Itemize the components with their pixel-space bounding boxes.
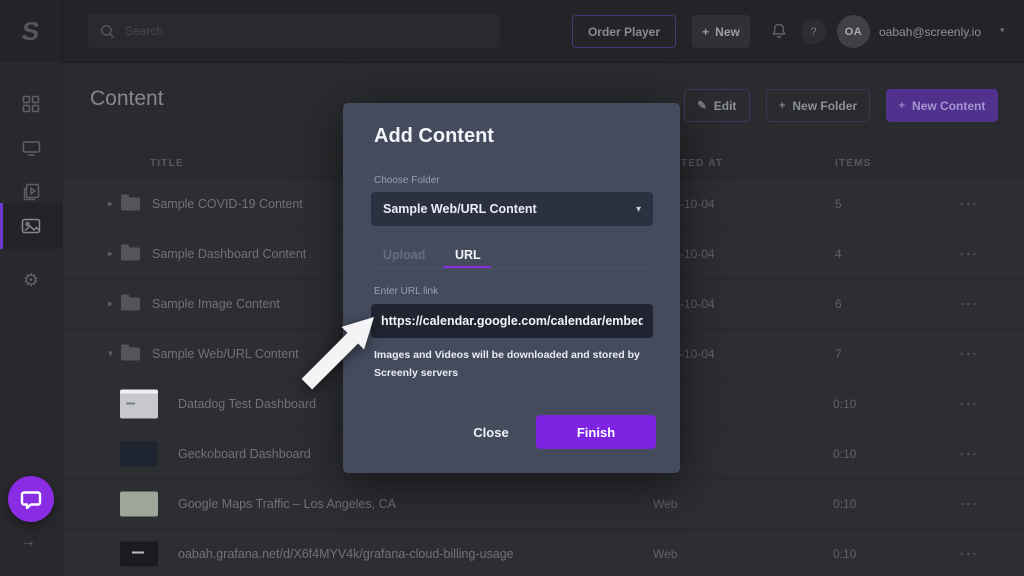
row-title: Sample Web/URL Content xyxy=(152,347,299,361)
row-items-count: 7 xyxy=(835,347,842,361)
row-type: Web xyxy=(653,497,677,511)
row-items-count: 4 xyxy=(835,247,842,261)
row-duration: 0:10 xyxy=(833,547,856,561)
new-content-button[interactable]: + New Content xyxy=(886,89,998,122)
row-duration: 0:10 xyxy=(833,447,856,461)
tab-upload[interactable]: Upload xyxy=(383,248,425,262)
choose-folder-label: Choose Folder xyxy=(374,175,440,186)
row-menu-icon[interactable]: ··· xyxy=(960,247,979,262)
new-folder-button[interactable]: + New Folder xyxy=(766,89,870,122)
plus-icon: + xyxy=(779,100,785,112)
account-email[interactable]: oabah@screenly.io xyxy=(879,25,981,39)
row-menu-icon[interactable]: ··· xyxy=(960,497,979,512)
row-created-at: -10-04 xyxy=(680,247,715,261)
row-menu-icon[interactable]: ··· xyxy=(960,397,979,412)
sidebar-item-settings[interactable]: ⚙ xyxy=(0,258,62,302)
search-bar[interactable] xyxy=(88,14,500,48)
collapse-arrow-icon[interactable]: → xyxy=(20,533,36,551)
url-input[interactable] xyxy=(371,304,653,338)
row-title: Sample Dashboard Content xyxy=(152,247,306,261)
finish-button[interactable]: Finish xyxy=(536,415,656,449)
chat-bubble-icon xyxy=(20,489,42,510)
notifications-bell-icon[interactable] xyxy=(770,22,788,41)
tab-divider xyxy=(371,268,653,269)
expand-caret-icon[interactable]: ▸ xyxy=(108,199,113,210)
edit-button[interactable]: ✎ Edit xyxy=(684,89,750,122)
search-icon xyxy=(100,24,115,39)
playlist-icon xyxy=(23,183,40,201)
chevron-down-icon: ▾ xyxy=(636,204,641,215)
row-title: oabah.grafana.net/d/X6f4MYV4k/grafana-cl… xyxy=(178,547,514,561)
row-created-at: -10-04 xyxy=(680,347,715,361)
folder-select-value: Sample Web/URL Content xyxy=(383,202,636,216)
row-created-at: -10-04 xyxy=(680,197,715,211)
pencil-icon: ✎ xyxy=(698,99,707,112)
column-header-title: TITLE xyxy=(150,158,184,169)
help-button[interactable]: ? xyxy=(801,19,826,44)
row-menu-icon[interactable]: ··· xyxy=(960,197,979,212)
new-button[interactable]: + New xyxy=(692,15,750,48)
expand-caret-icon[interactable]: ▾ xyxy=(108,349,113,360)
folder-icon xyxy=(121,248,140,261)
image-icon xyxy=(21,218,41,234)
content-thumbnail xyxy=(120,442,158,467)
tab-url[interactable]: URL xyxy=(455,248,481,262)
row-items-count: 5 xyxy=(835,197,842,211)
row-title: Geckoboard Dashboard xyxy=(178,447,311,461)
row-title: Datadog Test Dashboard xyxy=(178,397,316,411)
folder-select[interactable]: Sample Web/URL Content ▾ xyxy=(371,192,653,226)
content-thumbnail xyxy=(120,542,158,567)
avatar[interactable]: OA xyxy=(837,15,870,48)
grid-icon xyxy=(22,95,40,113)
row-type: Web xyxy=(653,547,677,561)
plus-icon: + xyxy=(899,100,905,112)
order-player-button[interactable]: Order Player xyxy=(572,15,676,48)
table-row[interactable]: Google Maps Traffic – Los Angeles, CA Web… xyxy=(63,480,1024,528)
chat-widget-button[interactable] xyxy=(8,476,54,522)
download-note: Images and Videos will be downloaded and… xyxy=(374,347,656,383)
column-header-created-at: TED AT xyxy=(681,158,723,169)
page-title: Content xyxy=(90,87,164,111)
sidebar-item-dashboard[interactable] xyxy=(0,82,62,126)
row-menu-icon[interactable]: ··· xyxy=(960,447,979,462)
search-input[interactable] xyxy=(115,24,500,38)
row-duration: 0:10 xyxy=(833,497,856,511)
content-thumbnail xyxy=(120,492,158,517)
row-title: Sample COVID-19 Content xyxy=(152,197,303,211)
gear-icon: ⚙ xyxy=(23,271,39,289)
sidebar-item-screens[interactable] xyxy=(0,126,62,170)
folder-icon xyxy=(121,198,140,211)
folder-icon xyxy=(121,298,140,311)
monitor-icon xyxy=(22,140,41,157)
row-menu-icon[interactable]: ··· xyxy=(960,297,979,312)
account-menu-caret-icon[interactable]: ▾ xyxy=(1000,25,1005,36)
logo-icon: S xyxy=(20,16,42,47)
plus-icon: + xyxy=(702,25,709,39)
add-content-modal: Add Content Choose Folder Sample Web/URL… xyxy=(343,103,680,473)
expand-caret-icon[interactable]: ▸ xyxy=(108,299,113,310)
close-button[interactable]: Close xyxy=(461,415,521,449)
folder-icon xyxy=(121,348,140,361)
top-bar: S Order Player + New ? OA oabah@screenly… xyxy=(0,0,1024,63)
content-thumbnail xyxy=(120,390,158,419)
expand-caret-icon[interactable]: ▸ xyxy=(108,249,113,260)
modal-title: Add Content xyxy=(374,125,494,148)
app-window: S Order Player + New ? OA oabah@screenly… xyxy=(0,0,1024,576)
row-duration: 0:10 xyxy=(833,397,856,411)
row-menu-icon[interactable]: ··· xyxy=(960,547,979,562)
table-row[interactable]: oabah.grafana.net/d/X6f4MYV4k/grafana-cl… xyxy=(63,530,1024,576)
sidebar-item-content[interactable] xyxy=(0,204,62,248)
row-menu-icon[interactable]: ··· xyxy=(960,347,979,362)
row-created-at: -10-04 xyxy=(680,297,715,311)
screenly-logo[interactable]: S xyxy=(0,0,63,62)
column-header-items: ITEMS xyxy=(835,158,872,169)
url-input-label: Enter URL link xyxy=(374,286,438,297)
row-items-count: 6 xyxy=(835,297,842,311)
row-title: Google Maps Traffic – Los Angeles, CA xyxy=(178,497,396,511)
row-title: Sample Image Content xyxy=(152,297,280,311)
